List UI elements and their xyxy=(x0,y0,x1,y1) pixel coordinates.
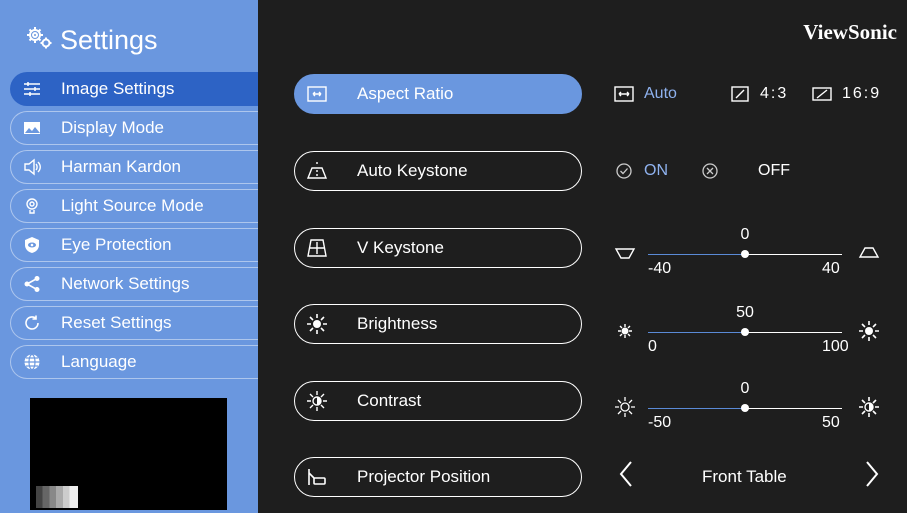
slider-value: 50 xyxy=(736,304,754,321)
sidebar-item-eye-protection[interactable]: Eye Protection xyxy=(10,228,258,262)
preview-window xyxy=(30,398,227,510)
slider-track-filled xyxy=(648,408,745,409)
menu-item-label: V Keystone xyxy=(357,238,444,257)
image-icon xyxy=(21,117,43,139)
contrast-icon xyxy=(305,389,329,413)
projector-position-icon xyxy=(305,465,329,489)
eye-shield-icon xyxy=(21,234,43,256)
sidebar-item-label: Reset Settings xyxy=(61,313,172,332)
globe-icon xyxy=(21,351,43,373)
aspect-option-4-3[interactable]: 4:3 xyxy=(730,84,788,104)
menu-item-contrast[interactable]: Contrast xyxy=(294,381,582,421)
menu-item-brightness[interactable]: Brightness xyxy=(294,304,582,344)
settings-screen: Settings Image Settings Display Mode Har… xyxy=(0,0,907,513)
aspect-option-16-9[interactable]: 16:9 xyxy=(812,84,881,104)
sidebar-item-network-settings[interactable]: Network Settings xyxy=(10,267,258,301)
sidebar-item-light-source-mode[interactable]: Light Source Mode xyxy=(10,189,258,223)
slider-max: 50 xyxy=(822,414,840,431)
menu-item-v-keystone[interactable]: V Keystone xyxy=(294,228,582,268)
projector-position-value: Front Table xyxy=(702,467,787,486)
sidebar-item-label: Light Source Mode xyxy=(61,196,204,215)
slider-thumb[interactable] xyxy=(741,250,749,258)
settings-title-text: Settings xyxy=(60,25,158,55)
menu-item-auto-keystone[interactable]: Auto Keystone xyxy=(294,151,582,191)
menu-item-aspect-ratio[interactable]: Aspect Ratio xyxy=(294,74,582,114)
slider-track-filled xyxy=(648,332,745,333)
aspect-auto-icon xyxy=(614,86,634,102)
contrast-slider[interactable]: 0 -50 50 xyxy=(614,380,894,446)
v-keystone-icon xyxy=(305,236,329,260)
speaker-icon xyxy=(21,156,43,178)
lamp-icon xyxy=(21,195,43,217)
keystone-down-icon xyxy=(614,248,636,259)
sidebar-item-label: Display Mode xyxy=(61,118,164,137)
slider-track-empty xyxy=(745,332,842,333)
slider-min: -50 xyxy=(648,414,672,431)
brightness-high-icon xyxy=(859,321,879,341)
slider-thumb[interactable] xyxy=(741,404,749,412)
sidebar: Settings Image Settings Display Mode Har… xyxy=(0,0,258,513)
slider-track-empty xyxy=(745,254,842,255)
sidebar-item-label: Eye Protection xyxy=(61,235,172,254)
slider-max: 100 xyxy=(822,338,849,355)
menu-item-label: Brightness xyxy=(357,314,438,333)
aspect-option-auto[interactable]: Auto xyxy=(614,84,677,104)
aspect-auto-label: Auto xyxy=(644,85,677,102)
settings-title: Settings xyxy=(24,22,158,59)
slider-value: 0 xyxy=(740,380,750,397)
next-arrow-icon[interactable] xyxy=(864,460,880,496)
menu-item-label: Projector Position xyxy=(357,467,491,486)
menu-item-label: Auto Keystone xyxy=(357,161,468,180)
slider-thumb[interactable] xyxy=(741,328,749,336)
aspect-16-9-label: 16:9 xyxy=(842,85,882,102)
auto-keystone-on-label: ON xyxy=(644,162,668,179)
slider-max: 40 xyxy=(822,260,840,277)
menu-item-label: Contrast xyxy=(357,391,422,410)
refresh-icon xyxy=(21,312,43,334)
sidebar-item-label: Image Settings xyxy=(61,79,175,98)
aspect-ratio-icon xyxy=(305,82,329,106)
sidebar-item-language[interactable]: Language xyxy=(10,345,258,379)
slider-value: 0 xyxy=(740,226,750,243)
slider-min: -40 xyxy=(648,260,672,277)
gear-icon xyxy=(24,22,54,59)
sidebar-item-label: Harman Kardon xyxy=(61,157,182,176)
aspect-16-9-icon xyxy=(812,87,832,101)
auto-keystone-icon xyxy=(305,159,329,183)
cross-circle-icon xyxy=(702,163,718,179)
sliders-icon xyxy=(21,78,43,100)
auto-keystone-option-on[interactable]: ON xyxy=(614,161,668,181)
brand-logo: ViewSonic xyxy=(803,20,897,44)
sidebar-item-image-settings[interactable]: Image Settings xyxy=(10,72,258,106)
sidebar-item-harman-kardon[interactable]: Harman Kardon xyxy=(10,150,258,184)
menu-item-projector-position[interactable]: Projector Position xyxy=(294,457,582,497)
grayscale-test-pattern xyxy=(36,486,78,508)
sidebar-item-label: Network Settings xyxy=(61,274,190,293)
contrast-high-icon xyxy=(859,397,879,417)
aspect-4-3-icon xyxy=(731,86,749,102)
auto-keystone-option-off[interactable]: OFF xyxy=(700,161,790,181)
brightness-slider[interactable]: 50 0 100 xyxy=(614,304,894,370)
slider-track-filled xyxy=(648,254,745,255)
menu-item-label: Aspect Ratio xyxy=(357,84,454,103)
slider-track-empty xyxy=(745,408,842,409)
sidebar-item-display-mode[interactable]: Display Mode xyxy=(10,111,258,145)
v-keystone-slider[interactable]: 0 -40 40 xyxy=(614,226,894,292)
sidebar-item-label: Language xyxy=(61,352,137,371)
keystone-up-icon xyxy=(858,247,880,258)
slider-min: 0 xyxy=(648,338,657,355)
auto-keystone-off-label: OFF xyxy=(758,162,790,179)
brightness-icon xyxy=(305,312,329,336)
brightness-low-icon xyxy=(618,324,632,338)
contrast-low-icon xyxy=(615,397,635,417)
aspect-4-3-label: 4:3 xyxy=(760,85,789,102)
prev-arrow-icon[interactable] xyxy=(618,460,634,496)
check-circle-icon xyxy=(616,163,632,179)
sidebar-item-reset-settings[interactable]: Reset Settings xyxy=(10,306,258,340)
share-icon xyxy=(21,273,43,295)
